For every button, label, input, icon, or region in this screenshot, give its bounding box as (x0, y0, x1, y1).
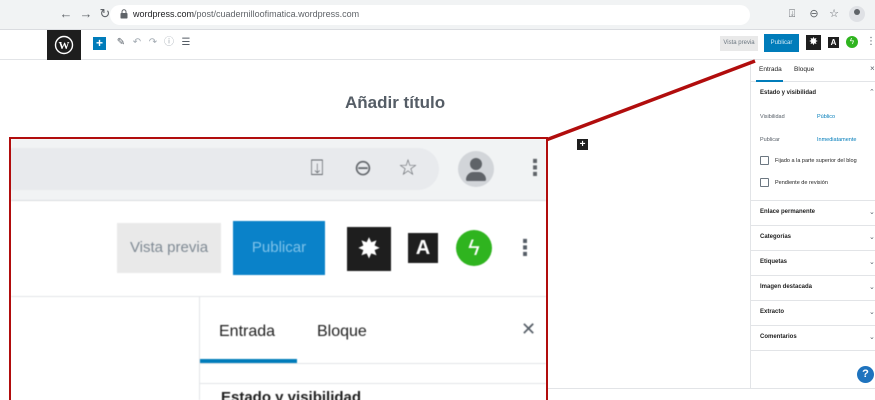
publish-button[interactable]: Publicar (764, 34, 799, 52)
visibility-value-link[interactable]: Público (817, 114, 835, 120)
divider (750, 250, 875, 251)
bookmark-star-icon[interactable]: ☆ (827, 7, 841, 21)
zoom-section-divider (200, 383, 546, 384)
publish-date-link[interactable]: Inmediatamente (817, 137, 856, 143)
sticky-checkbox[interactable] (760, 156, 769, 165)
zoom-tab-divider (200, 363, 546, 364)
divider (750, 275, 875, 276)
install-icon[interactable]: ⍗ (785, 7, 799, 21)
section-permalink[interactable]: Enlace permanente (760, 209, 815, 215)
url-domain: wordpress.com (133, 9, 195, 19)
post-title-input[interactable]: Añadir título (345, 93, 445, 113)
amp-a-button[interactable]: A (828, 37, 839, 48)
active-tab-indicator (756, 80, 783, 82)
help-button[interactable]: ? (857, 366, 874, 383)
zoom-tab-entrada: Entrada (219, 323, 276, 340)
zoom-bookmark-star-icon: ☆ (398, 155, 418, 180)
section-categories[interactable]: Categorías (760, 234, 791, 240)
tab-entrada[interactable]: Entrada (759, 66, 782, 73)
zoom-jetpack-icon: ϟ (456, 230, 492, 266)
list-view-icon[interactable]: ☰ (180, 36, 192, 50)
callout-line (545, 59, 756, 142)
pending-review-label: Pendiente de revisión (775, 180, 828, 186)
section-comments[interactable]: Comentarios (760, 334, 797, 340)
address-url[interactable]: wordpress.com/post/cuadernilloofimatica.… (133, 8, 359, 21)
section-tags[interactable]: Etiquetas (760, 259, 787, 265)
zoom-profile-avatar (458, 151, 494, 187)
back-icon[interactable]: ← (58, 6, 74, 22)
chevron-down-icon[interactable]: ⌄ (869, 258, 875, 266)
divider (750, 350, 875, 351)
zoom-amp-a-button: A (408, 233, 438, 263)
divider (750, 325, 875, 326)
sticky-label: Fijado a la parte superior del blog (775, 158, 857, 164)
chevron-down-icon[interactable]: ⌄ (869, 208, 875, 216)
zoom-publish-button: Publicar (233, 221, 325, 275)
chevron-up-icon[interactable]: ⌃ (869, 88, 875, 96)
url-path: /post/cuadernilloofimatica.wordpress.com (194, 9, 360, 19)
zoom-zoom-out-icon: ⊖ (353, 155, 373, 180)
forward-icon[interactable]: → (78, 6, 94, 22)
chevron-down-icon[interactable]: ⌄ (869, 333, 875, 341)
zoom-section-status-visibility: Estado y visibilidad (221, 389, 362, 400)
chevron-down-icon[interactable]: ⌄ (869, 283, 875, 291)
more-options-icon[interactable]: ⋮ (866, 35, 875, 49)
undo-icon[interactable]: ↶ (131, 36, 143, 50)
redo-icon[interactable]: ↷ (147, 36, 159, 50)
section-status-visibility[interactable]: Estado y visibilidad (760, 90, 816, 96)
zoom-chrome-menu-icon: ⋮ (524, 153, 546, 183)
zoom-install-icon: ⍗ (310, 155, 324, 180)
section-excerpt[interactable]: Extracto (760, 309, 784, 315)
block-inserter-icon[interactable]: + (577, 139, 588, 150)
info-icon[interactable]: ⓘ (163, 36, 175, 50)
zoom-close-icon: ✕ (521, 319, 537, 339)
tab-bloque[interactable]: Bloque (794, 66, 814, 73)
svg-text:W: W (59, 40, 70, 52)
zoom-more-options-icon: ⋮ (514, 231, 536, 265)
zoom-out-icon[interactable]: ⊖ (807, 7, 821, 21)
zoom-preview-button: Vista previa (117, 223, 221, 273)
jetpack-icon[interactable]: ϟ (846, 36, 858, 48)
wordpress-logo-button[interactable]: W (47, 30, 81, 60)
zoom-content: ⍗ ⊖ ☆ ⋮ Vista previa Publicar ✸ A ϟ ⋮ En… (11, 139, 546, 400)
pending-review-checkbox[interactable] (760, 178, 769, 187)
wordpress-logo-icon: W (54, 35, 74, 55)
chevron-down-icon[interactable]: ⌄ (869, 308, 875, 316)
divider (750, 225, 875, 226)
footer-divider (548, 388, 875, 389)
zoom-tab-bloque: Bloque (317, 323, 367, 340)
profile-avatar[interactable] (849, 6, 865, 22)
chevron-down-icon[interactable]: ⌄ (869, 233, 875, 241)
preview-button[interactable]: Vista previa (720, 36, 758, 51)
divider (750, 300, 875, 301)
divider (750, 200, 875, 201)
zoom-sidebar-border (199, 297, 200, 400)
zoom-inset: ⍗ ⊖ ☆ ⋮ Vista previa Publicar ✸ A ϟ ⋮ En… (9, 137, 548, 400)
add-block-button[interactable]: + (93, 37, 106, 50)
lock-icon (120, 9, 128, 19)
visibility-label: Visibilidad (760, 114, 785, 120)
settings-gear-icon[interactable]: ✸ (806, 35, 821, 50)
section-featured-image[interactable]: Imagen destacada (760, 284, 812, 290)
close-icon[interactable]: × (870, 64, 875, 73)
zoom-settings-gear-icon: ✸ (347, 227, 391, 271)
edit-pencil-icon[interactable]: ✎ (115, 36, 127, 50)
publish-label: Publicar (760, 137, 780, 143)
